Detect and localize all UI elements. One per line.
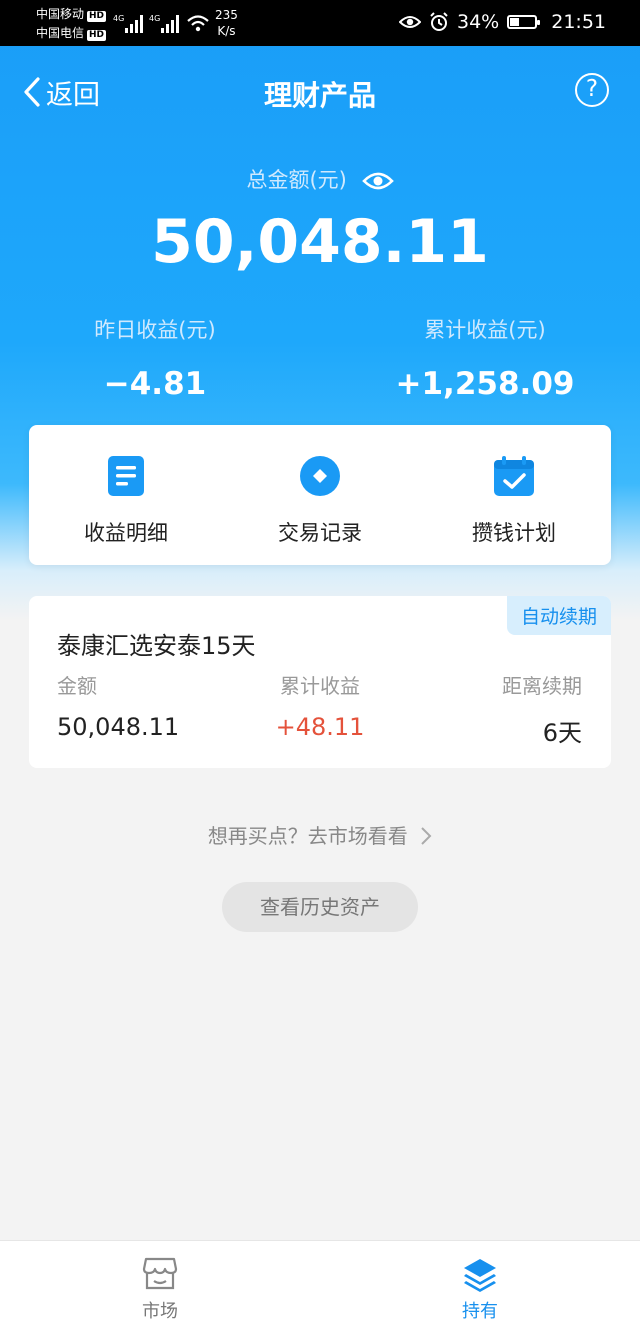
signal-1-icon: 4G (113, 14, 143, 33)
svg-text:4G: 4G (113, 14, 124, 23)
product-earnings-label: 累计收益 (280, 674, 360, 698)
yesterday-earnings-label: 昨日收益(元) (94, 318, 216, 342)
tab-holdings-label: 持有 (462, 1301, 498, 1322)
tab-holdings[interactable]: 持有 (320, 1241, 640, 1330)
nav-bar: 返回 理财产品 ? (0, 46, 640, 138)
carrier-1: 中国移动 HD (36, 7, 107, 22)
action-card: 收益明细 交易记录 攒钱计划 (29, 425, 611, 565)
signal-2-icon: 4G (149, 14, 179, 33)
product-earnings-value: +48.11 (275, 713, 365, 741)
go-to-market-text: 想再买点？去市场看看 (207, 824, 408, 848)
tab-market-label: 市场 (142, 1301, 178, 1322)
layers-icon (464, 1259, 496, 1292)
go-to-market-link[interactable]: 想再买点？去市场看看 (0, 820, 640, 849)
bottom-tab-bar: 市场 持有 (0, 1240, 640, 1330)
battery-percent: 34% (457, 11, 500, 33)
product-amount-label: 金额 (57, 674, 97, 698)
alarm-icon (430, 12, 448, 31)
eye-comfort-icon (399, 16, 421, 28)
saving-plan-label: 攒钱计划 (472, 521, 556, 545)
status-bar: 中国移动 HD 中国电信 HD 4G 4G 235 K/s 34% 21:51 (0, 0, 640, 46)
svg-text:4G: 4G (149, 14, 160, 23)
product-amount: 金额 50,048.11 (57, 670, 179, 741)
tab-market[interactable]: 市场 (0, 1241, 320, 1330)
product-name: 泰康汇选安泰15天 (57, 632, 256, 660)
product-renewal: 距离续期 6天 (502, 670, 582, 748)
wifi-icon (187, 15, 209, 32)
product-renewal-value: 6天 (542, 719, 582, 747)
document-icon (108, 456, 144, 496)
hd-badge: HD (87, 11, 107, 22)
battery-icon (507, 15, 541, 29)
transaction-record-button[interactable]: 交易记录 (223, 425, 417, 565)
total-amount-label-row: 总金额(元) (0, 164, 640, 194)
product-amount-value: 50,048.11 (57, 713, 180, 741)
clock: 21:51 (551, 11, 606, 33)
view-history-assets-button[interactable]: 查看历史资产 (222, 882, 418, 932)
yesterday-earnings: 昨日收益(元) −4.81 (0, 314, 310, 402)
auto-renew-badge: 自动续期 (506, 596, 611, 635)
chevron-right-icon (421, 827, 432, 845)
earnings-detail-label: 收益明细 (84, 521, 168, 545)
help-button[interactable]: ? (575, 73, 609, 107)
total-amount-label: 总金额(元) (246, 168, 347, 192)
product-card[interactable]: 自动续期 泰康汇选安泰15天 金额 50,048.11 累计收益 +48.11 … (29, 596, 611, 768)
store-icon (142, 1257, 178, 1290)
carrier-1-name: 中国移动 (36, 7, 85, 21)
yesterday-earnings-value: −4.81 (103, 366, 207, 402)
visibility-eye-icon[interactable] (361, 169, 394, 193)
network-speed-unit: K/s (217, 24, 236, 38)
status-right: 34% 21:51 (399, 11, 606, 33)
product-renewal-label: 距离续期 (502, 674, 582, 698)
carrier-2-name: 中国电信 (36, 26, 85, 40)
network-speed: 235 K/s (215, 7, 238, 39)
network-speed-value: 235 (215, 8, 238, 22)
calendar-check-icon (494, 456, 534, 496)
cumulative-earnings-value: +1,258.09 (395, 366, 575, 402)
transaction-record-label: 交易记录 (278, 521, 362, 545)
carrier-2: 中国电信 HD (36, 26, 107, 41)
hd-badge: HD (87, 30, 107, 41)
question-icon: ? (585, 76, 599, 102)
total-amount-value: 50,048.11 (151, 207, 489, 277)
record-icon (300, 456, 340, 496)
cumulative-earnings-label: 累计收益(元) (424, 318, 546, 342)
earnings-detail-button[interactable]: 收益明细 (29, 425, 223, 565)
product-earnings: 累计收益 +48.11 (229, 670, 411, 741)
page-title: 理财产品 (263, 79, 376, 112)
cumulative-earnings: 累计收益(元) +1,258.09 (330, 314, 640, 402)
saving-plan-button[interactable]: 攒钱计划 (417, 425, 611, 565)
